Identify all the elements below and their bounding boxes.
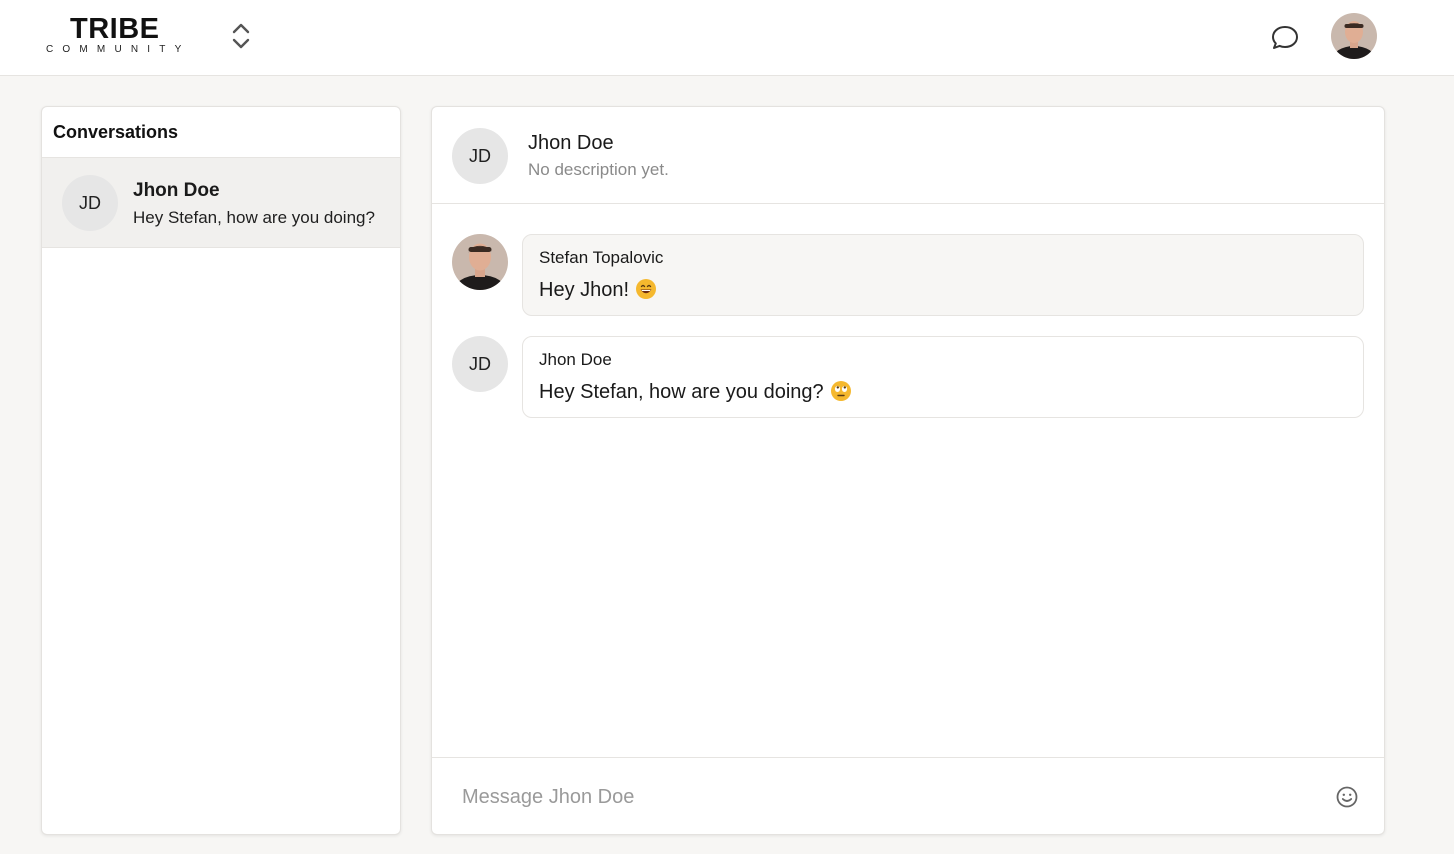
smiley-svg — [1336, 786, 1358, 808]
message-bubble: Stefan Topalovic Hey Jhon! — [522, 234, 1364, 316]
avatar: JD — [62, 175, 118, 231]
conversation-preview: Hey Stefan, how are you doing? — [133, 208, 375, 227]
message-composer — [432, 757, 1384, 834]
conversation-item[interactable]: JD Jhon Doe Hey Stefan, how are you doin… — [42, 158, 400, 248]
user-avatar[interactable] — [1331, 13, 1377, 59]
message: JD Jhon Doe Hey Stefan, how are you doin… — [452, 336, 1366, 418]
conversations-title: Conversations — [42, 107, 400, 158]
user-photo-svg — [452, 234, 508, 290]
chat-bubble-svg — [1272, 26, 1298, 49]
message-author: Jhon Doe — [539, 350, 612, 369]
rolling-eyes-face-icon — [830, 380, 852, 402]
user-photo-svg — [1331, 13, 1377, 59]
top-bar: TRIBE COMMUNITY — [0, 0, 1454, 76]
message-input[interactable] — [462, 782, 1282, 812]
chevron-up-down-svg — [232, 23, 250, 49]
avatar[interactable]: JD — [452, 336, 508, 392]
message-text-line: Hey Stefan, how are you doing? — [539, 380, 852, 404]
chat-panel: JD Jhon Doe No description yet. Stefan T… — [431, 106, 1385, 835]
smiley-icon[interactable] — [1334, 784, 1360, 810]
avatar[interactable] — [452, 234, 508, 290]
message-text-line: Hey Jhon! — [539, 278, 657, 302]
chat-bubble-icon[interactable] — [1268, 21, 1302, 55]
message-text: Hey Jhon! — [539, 279, 630, 301]
message-text: Hey Stefan, how are you doing? — [539, 381, 824, 403]
chevron-up-down-icon[interactable] — [228, 21, 254, 51]
logo-sub-text: COMMUNITY — [46, 44, 191, 55]
chat-header-description: No description yet. — [528, 160, 669, 179]
chat-header-name: Jhon Doe — [528, 132, 614, 154]
conversation-name: Jhon Doe — [133, 180, 220, 201]
tribe-community-logo[interactable]: TRIBE COMMUNITY — [46, 14, 191, 58]
logo-main-text: TRIBE — [70, 13, 160, 45]
message-author: Stefan Topalovic — [539, 248, 664, 267]
chat-header: JD Jhon Doe No description yet. — [432, 107, 1384, 204]
message: Stefan Topalovic Hey Jhon! — [452, 234, 1366, 316]
avatar: JD — [452, 128, 508, 184]
message-bubble: Jhon Doe Hey Stefan, how are you doing? — [522, 336, 1364, 418]
grinning-face-icon — [635, 278, 657, 300]
conversations-panel: Conversations JD Jhon Doe Hey Stefan, ho… — [41, 106, 401, 835]
